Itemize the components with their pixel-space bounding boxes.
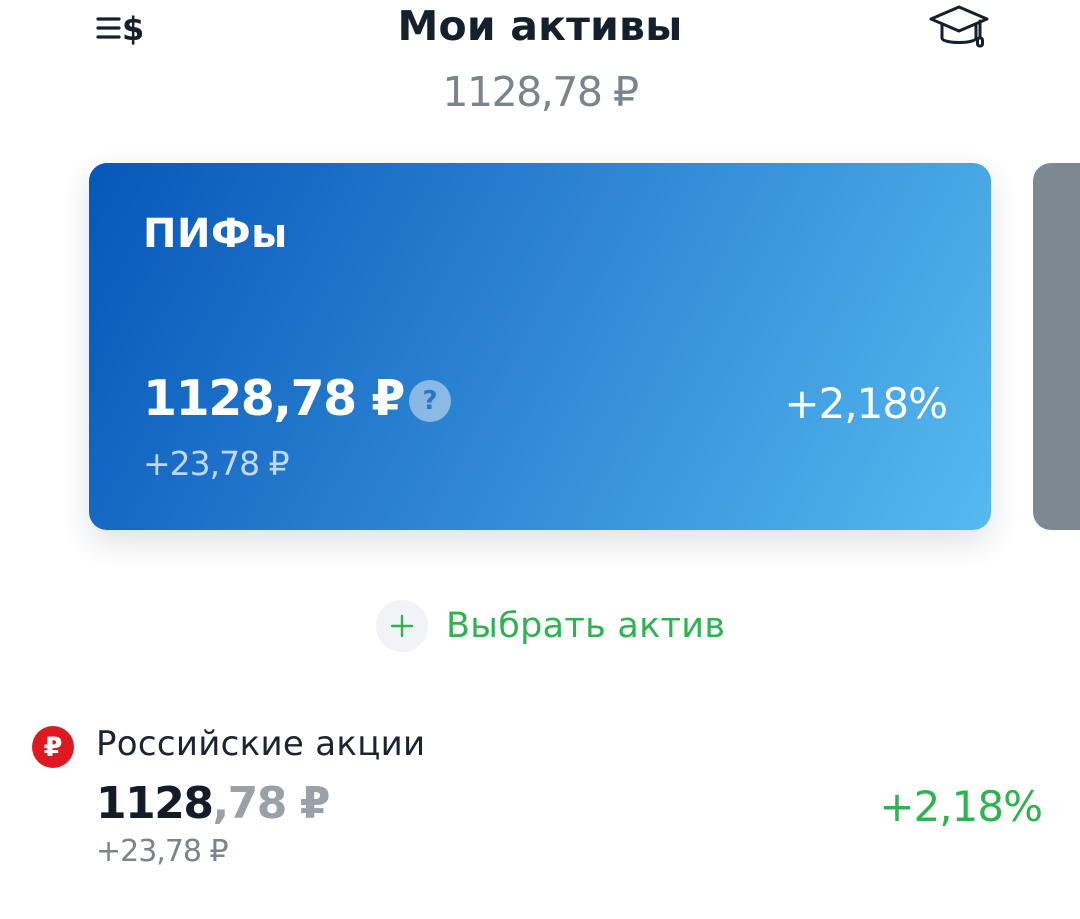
asset-percent: +2,18% (879, 782, 1043, 831)
card-title: ПИФы (143, 211, 288, 257)
asset-name: Российские акции (96, 724, 426, 764)
choose-asset-label: Выбрать актив (446, 606, 726, 646)
total-balance: 1128,78 ₽ (442, 68, 639, 116)
my-assets-screen: $ Мои активы 1128,78 ₽ ПИФы 1128,78 ₽ ? … (0, 0, 1080, 919)
plus-icon (376, 600, 428, 652)
help-icon[interactable]: ? (409, 380, 451, 422)
card-delta: +23,78 ₽ (143, 444, 290, 483)
list-item-russian-stocks[interactable]: ₽ Российские акции 1128,78 ₽ +23,78 ₽ +2… (0, 714, 1080, 884)
asset-amount-integer: 1128 (96, 778, 214, 829)
graduation-cap-icon (929, 5, 989, 48)
asset-delta: +23,78 ₽ (96, 834, 229, 869)
asset-amount: 1128,78 ₽ (96, 778, 330, 829)
asset-card-funds[interactable]: ПИФы 1128,78 ₽ ? +23,78 ₽ +2,18% (89, 163, 991, 530)
asset-amount-fraction: ,78 ₽ (212, 778, 330, 829)
page-title: Мои активы (397, 2, 683, 50)
ruble-icon: ₽ (32, 726, 74, 768)
asset-card-next[interactable] (1033, 163, 1080, 530)
card-amount: 1128,78 ₽ (143, 370, 405, 427)
education-button[interactable] (924, 0, 994, 56)
choose-asset-button[interactable]: Выбрать актив (376, 600, 725, 652)
card-percent: +2,18% (784, 379, 948, 428)
